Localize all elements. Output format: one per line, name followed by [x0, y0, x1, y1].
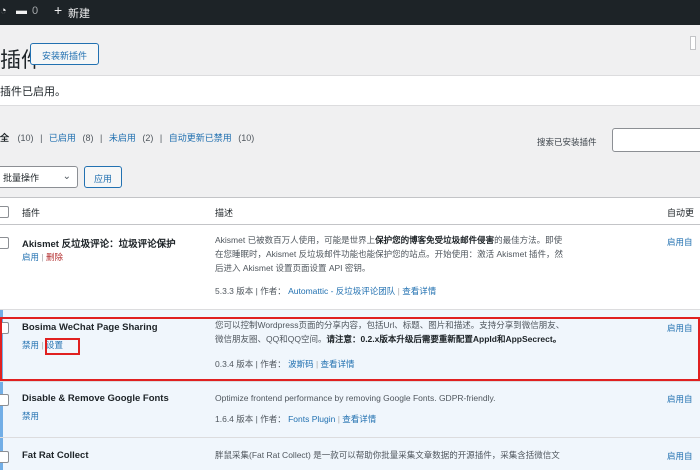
plugin-version: 5.3.3 版本 | 作者：: [215, 286, 286, 296]
plugin-status-filters: 全 (10) | 已启用 (8) | 未启用 (2) | 自动更新已禁用 (10…: [0, 133, 255, 143]
row-checkbox[interactable]: [0, 394, 9, 406]
admin-bar: ◔ ▬ 0 + 新建: [0, 0, 700, 25]
desc-line-end: 的最佳方法。即使: [494, 235, 563, 245]
filter-active-count: (8): [82, 133, 94, 143]
filter-all-label[interactable]: 全: [0, 133, 9, 143]
plugin-row-actions: 禁用: [22, 410, 39, 422]
row-checkbox[interactable]: [0, 451, 9, 463]
row-checkbox[interactable]: [0, 237, 9, 249]
plugin-description: Akismet 已被数百万人使用，可能是世界上保护您的博客免受垃圾邮件侵害的最佳…: [215, 233, 645, 275]
filter-inactive[interactable]: 未启用: [109, 133, 136, 143]
comments-count[interactable]: 0: [32, 5, 38, 17]
chevron-down-icon: ⌄: [62, 171, 71, 182]
new-content-link[interactable]: 新建: [68, 5, 90, 21]
plugin-version: 1.6.4 版本 | 作者：: [215, 414, 286, 424]
filter-autoupdate-disabled[interactable]: 自动更新已禁用: [169, 133, 232, 143]
filter-active[interactable]: 已启用: [49, 133, 76, 143]
bulk-actions-value: 批量操作: [3, 173, 40, 183]
plugin-description: 胖鼠采集(Fat Rat Collect) 是一款可以帮助你批量采集文章数据的开…: [215, 448, 645, 462]
search-plugins-label: 搜索已安装插件: [537, 137, 597, 147]
highlight-box-settings: [45, 338, 80, 355]
add-new-plugin-button[interactable]: 安装新插件: [30, 43, 99, 65]
table-header: 插件 描述 自动更: [0, 197, 700, 225]
search-plugins-input[interactable]: [612, 128, 700, 152]
desc-line-2: 在您睡眠时，Akismet 反垃圾邮件功能也能保护您的站点。开始使用：激活 Ak…: [215, 249, 564, 259]
view-details-link[interactable]: 查看详情: [342, 414, 376, 424]
plus-icon[interactable]: +: [54, 2, 62, 18]
deactivate-link[interactable]: 禁用: [22, 411, 39, 421]
desc-line: Akismet 已被数百万人使用，可能是世界上: [215, 235, 376, 245]
plugin-meta: 1.6.4 版本 | 作者： Fonts Plugin | 查看详情: [215, 414, 377, 424]
plugin-activated-notice: 插件已启用。: [0, 75, 700, 106]
filter-all-count: (10): [17, 133, 34, 143]
column-plugin: 插件: [22, 208, 41, 218]
enable-autoupdate-link[interactable]: 启用自: [667, 236, 693, 248]
delete-link[interactable]: 删除: [46, 252, 63, 262]
table-row: Fat Rat Collect 胖鼠采集(Fat Rat Collect) 是一…: [0, 438, 700, 470]
plugin-name: Disable & Remove Google Fonts: [22, 393, 169, 404]
plugin-description: Optimize frontend performance by removin…: [215, 391, 645, 405]
view-details-link[interactable]: 查看详情: [402, 286, 436, 296]
desc-line-3: 后进入 Akismet 设置页面设置 API 密钥。: [215, 263, 371, 273]
comments-icon[interactable]: ▬: [16, 5, 27, 17]
plugin-name: Akismet 反垃圾评论：垃圾评论保护: [22, 239, 176, 250]
help-tab[interactable]: [690, 36, 696, 50]
plugin-author-link[interactable]: Automattic - 反垃圾评论团队: [288, 286, 395, 296]
filter-inactive-count: (2): [142, 133, 154, 143]
plugin-author-link[interactable]: Fonts Plugin: [288, 414, 335, 424]
table-row: Akismet 反垃圾评论：垃圾评论保护 启用 | 删除 Akismet 已被数…: [0, 225, 700, 310]
table-row: Disable & Remove Google Fonts 禁用 Optimiz…: [0, 382, 700, 438]
column-description: 描述: [215, 208, 234, 218]
apply-button[interactable]: 应用: [84, 166, 122, 188]
bulk-actions-select[interactable]: 批量操作 ⌄: [0, 166, 78, 188]
plugin-name: Fat Rat Collect: [22, 450, 89, 461]
enable-autoupdate-link[interactable]: 启用自: [667, 393, 693, 405]
highlight-box-row: [0, 317, 700, 381]
updates-icon[interactable]: ◔: [0, 5, 7, 17]
desc-line: Optimize frontend performance by removin…: [215, 393, 496, 403]
select-all-checkbox[interactable]: [0, 206, 9, 218]
plugin-row-actions: 启用 | 删除: [22, 252, 63, 262]
notice-text: 插件已启用。: [0, 86, 66, 98]
desc-bold: 保护您的博客免受垃圾邮件侵害: [375, 235, 495, 245]
filter-autoupdate-count: (10): [238, 133, 255, 143]
activate-link[interactable]: 启用: [22, 252, 39, 262]
enable-autoupdate-link[interactable]: 启用自: [667, 450, 693, 462]
desc-line: 胖鼠采集(Fat Rat Collect) 是一款可以帮助你批量采集文章数据的开…: [215, 450, 560, 460]
column-autoupdate: 自动更: [667, 208, 695, 218]
plugin-meta: 5.3.3 版本 | 作者： Automattic - 反垃圾评论团队 | 查看…: [215, 286, 437, 296]
